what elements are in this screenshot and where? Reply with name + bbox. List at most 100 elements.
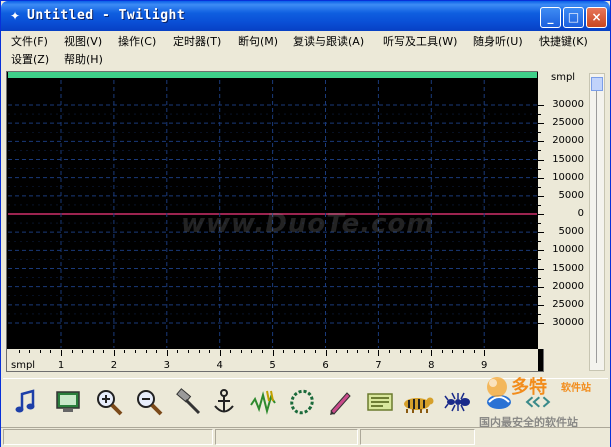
amplitude-minor-tick [538,241,541,243]
tiger-icon[interactable] [401,385,435,419]
time-minor-tick [410,350,412,353]
status-cell-2 [215,429,358,445]
amplitude-minor-tick [538,168,541,170]
amplitude-minor-tick [538,313,541,315]
amplitude-tick-label: 20000 [552,280,584,292]
time-minor-tick [399,350,401,353]
time-minor-tick [156,350,158,353]
time-minor-tick [367,350,369,353]
amplitude-minor-tick [538,223,541,225]
menu-settings[interactable]: 设置(Z) [9,51,51,68]
amplitude-tick [538,250,544,252]
time-minor-tick [135,350,137,353]
time-tick-label: 6 [322,360,329,371]
app-icon[interactable]: ✦ [8,9,22,23]
amplitude-tick [538,214,544,215]
menu-repeat[interactable]: 复读与跟读(A) [291,33,366,50]
amplitude-tick-label: 15000 [552,262,584,274]
amplitude-tick-label: 30000 [552,317,584,328]
menu-help[interactable]: 帮助(H) [62,51,105,68]
zoom-in-icon[interactable] [92,385,126,419]
time-tick-label: 7 [375,360,382,371]
menu-timer[interactable]: 定时器(T) [171,33,223,50]
time-minor-tick [187,350,189,353]
anchor-icon[interactable] [207,385,241,419]
menu-hotkeys[interactable]: 快捷键(K) [537,33,590,50]
amplitude-tick [538,232,544,234]
pen-icon[interactable] [323,385,357,419]
time-minor-tick [71,350,73,353]
loop-icon[interactable] [285,385,319,419]
time-minor-tick [18,350,20,353]
menu-operation[interactable]: 操作(C) [116,33,158,50]
time-minor-tick [39,350,41,353]
menu-file[interactable]: 文件(F) [9,33,50,50]
time-tick [166,350,168,356]
time-minor-tick [29,350,31,353]
text-panel-icon[interactable] [363,385,397,419]
amplitude-tick [538,141,544,143]
music-note-icon[interactable] [9,385,43,419]
amplitude-tick [538,105,544,106]
time-minor-tick [336,350,338,353]
status-cell-3 [360,429,475,445]
time-minor-tick [452,350,454,353]
time-minor-tick [346,350,348,353]
amplitude-tick [538,304,544,306]
menu-view[interactable]: 视图(V) [62,33,104,50]
amplitude-tick-label: 25000 [552,117,584,129]
time-tick-label: 2 [110,360,118,371]
menu-dictation[interactable]: 听写及工具(W) [381,33,459,50]
menu-segment[interactable]: 断句(M) [236,33,280,50]
time-tick [113,350,115,356]
time-minor-tick [463,350,465,353]
time-minor-tick [177,350,179,353]
time-minor-tick [198,350,200,353]
amplitude-tick [538,323,544,324]
time-tick [61,350,62,356]
monitor-icon[interactable] [51,385,85,419]
time-minor-tick [230,350,232,353]
time-minor-tick [103,350,105,353]
vertical-scrollbar[interactable] [589,73,605,371]
time-minor-tick [240,350,242,353]
close-button[interactable]: × [586,7,607,28]
amplitude-tick-label: 30000 [552,99,584,110]
time-minor-tick [357,350,359,353]
amplitude-tick [538,177,544,179]
amplitude-minor-tick [538,204,541,206]
amplitude-tick [538,286,544,288]
amplitude-tick [538,268,544,270]
time-minor-tick [293,350,295,353]
title-bar[interactable]: ✦ Untitled - Twilight _ □ × [1,1,610,31]
time-minor-tick [420,350,422,353]
waveform-icon[interactable] [247,385,281,419]
minimize-button[interactable]: _ [540,7,561,28]
time-tick [431,350,433,356]
time-minor-tick [82,350,84,353]
progress-strip[interactable] [8,72,537,78]
watermark-logo-sub: 软件站 [561,383,591,394]
time-minor-tick [262,350,264,353]
time-minor-tick [251,350,253,353]
time-minor-tick [283,350,285,353]
time-tick-label: 9 [481,360,488,371]
amplitude-tick-label: 10000 [552,171,584,183]
window-title: Untitled - Twilight [27,8,186,23]
amplitude-tick-label: 5000 [558,226,584,238]
zoom-out-icon[interactable] [132,385,166,419]
amplitude-tick-label: 5000 [558,189,584,201]
time-minor-tick [441,350,443,353]
time-tick [484,350,486,356]
amplitude-unit-label: smpl [551,72,576,83]
menu-walkman[interactable]: 随身听(U) [471,33,525,50]
ant-icon[interactable] [441,385,475,419]
hammer-icon[interactable] [171,385,205,419]
time-minor-tick [92,350,94,353]
amplitude-tick [538,123,544,125]
maximize-button[interactable]: □ [563,7,584,28]
amplitude-tick-label: 0 [577,208,584,219]
time-minor-tick [50,350,52,353]
scrollbar-thumb[interactable] [591,77,603,91]
scrollbar-track [596,91,597,363]
